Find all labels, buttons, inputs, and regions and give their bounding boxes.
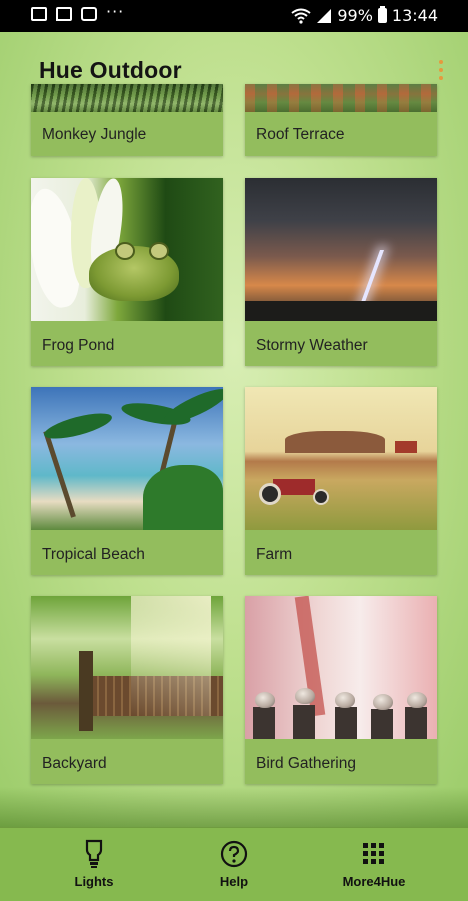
scene-label: Monkey Jungle: [42, 126, 147, 143]
bottom-navigation: Lights Help More4Hue: [0, 827, 468, 901]
frog-eye: [149, 242, 169, 260]
scene-label: Farm: [256, 546, 293, 563]
bulb-icon: [85, 839, 103, 868]
bird: [255, 692, 275, 708]
lightning-bolt: [359, 250, 385, 305]
palm-frond: [41, 408, 115, 444]
nav-lights[interactable]: Lights: [34, 838, 154, 889]
scene-image: [245, 387, 437, 530]
scene-card-stormy-weather[interactable]: Stormy Weather: [245, 178, 437, 366]
battery-percent: 99%: [337, 6, 373, 25]
barn: [395, 441, 417, 453]
bird: [373, 694, 393, 710]
scene-label: Tropical Beach: [42, 546, 145, 563]
scene-label: Stormy Weather: [256, 337, 368, 354]
scene-label: Backyard: [42, 755, 107, 772]
gallery-icon: [31, 7, 47, 21]
grid-icon: [363, 843, 384, 864]
tractor-wheel: [259, 483, 281, 505]
nav-label: More4Hue: [342, 874, 406, 889]
fence-post: [293, 705, 315, 739]
nav-label: Help: [219, 874, 249, 889]
nav-label: Lights: [74, 874, 114, 889]
fence-post: [371, 709, 393, 739]
tractor: [259, 473, 329, 505]
palm-trunk: [43, 430, 76, 518]
frog-eye: [115, 242, 135, 260]
fence-post: [335, 707, 357, 739]
beach-bush: [143, 465, 223, 530]
clock: 13:44: [391, 6, 438, 25]
tree-line: [285, 431, 385, 453]
scene-image: [245, 178, 437, 321]
scene-grid: Monkey Jungle Roof Terrace Frog Pond Sto…: [0, 32, 468, 827]
fence-post: [405, 707, 427, 739]
wifi-icon: [291, 8, 311, 24]
overflow-menu-icon[interactable]: [438, 60, 444, 82]
bird: [407, 692, 427, 708]
scene-card-tropical-beach[interactable]: Tropical Beach: [31, 387, 223, 575]
status-bar-left: ···: [31, 2, 124, 21]
horizon: [245, 301, 437, 321]
scene-image: [31, 84, 223, 112]
battery-icon: [377, 6, 387, 23]
bird: [335, 692, 355, 708]
help-icon: [220, 840, 248, 868]
scene-label: Bird Gathering: [256, 755, 356, 772]
scene-card-backyard[interactable]: Backyard: [31, 596, 223, 784]
tractor-wheel: [313, 489, 329, 505]
scene-card-farm[interactable]: Farm: [245, 387, 437, 575]
scene-card-monkey-jungle[interactable]: Monkey Jungle: [31, 84, 223, 156]
scene-list[interactable]: Monkey Jungle Roof Terrace Frog Pond Sto…: [0, 32, 468, 827]
status-bar-right: 99% 13:44: [291, 6, 438, 25]
signal-icon: [317, 8, 332, 23]
scene-card-frog-pond[interactable]: Frog Pond: [31, 178, 223, 366]
scene-image: [31, 178, 223, 321]
scene-label: Roof Terrace: [256, 126, 345, 143]
tree-trunk: [79, 651, 93, 731]
scene-label: Frog Pond: [42, 337, 115, 354]
sun-rays: [131, 596, 211, 716]
scene-image: [31, 596, 223, 739]
more-icon: ···: [106, 1, 125, 21]
status-bar: ··· 99% 13:44: [0, 0, 468, 32]
fence-post: [253, 707, 275, 739]
tv-icon: [81, 7, 97, 21]
scene-image: [245, 84, 437, 112]
scene-card-roof-terrace[interactable]: Roof Terrace: [245, 84, 437, 156]
scene-card-bird-gathering[interactable]: Bird Gathering: [245, 596, 437, 784]
page-title: Hue Outdoor: [39, 57, 182, 83]
cast-icon: [56, 7, 72, 21]
scene-image: [245, 596, 437, 739]
bird: [295, 688, 315, 704]
nav-help[interactable]: Help: [174, 838, 294, 889]
scene-image: [31, 387, 223, 530]
nav-more4hue[interactable]: More4Hue: [314, 838, 434, 889]
